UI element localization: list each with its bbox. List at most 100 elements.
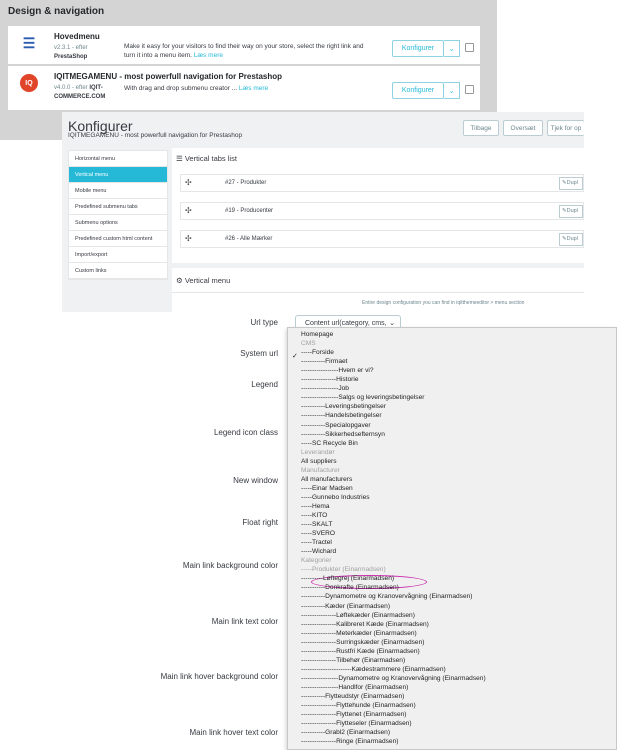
system-url-dropdown[interactable]: ✓ Homepage CMS -----Forside -----------Firm… (287, 327, 617, 750)
dropdown-option[interactable]: -----------Grabl2 (Einarmadsen) (301, 728, 390, 737)
dropdown-option[interactable]: -----------------Handlfor (Einarmadsen) (301, 683, 408, 692)
dropdown-option[interactable]: -----------------Dynamometre og Kranover… (301, 674, 486, 683)
dropdown-option[interactable]: ----------------Tilbehør (Einarmadsen) (301, 656, 405, 665)
drag-handle-icon[interactable]: ✣ (185, 178, 192, 187)
dropdown-option[interactable]: -----Tractel (301, 538, 332, 547)
dropdown-option[interactable]: ----------------Meterkæder (Einarmadsen) (301, 629, 417, 638)
dropdown-group-label: -----Produkter (Einarmadsen) (301, 566, 386, 574)
dropdown-option[interactable]: -----------Handelsbetingelser (301, 411, 382, 420)
chevron-down-icon[interactable]: ⌄ (444, 82, 460, 99)
duplicate-label: Dupl (566, 180, 578, 186)
dropdown-option[interactable]: ----------------Kalibreret Kæde (Einarma… (301, 620, 429, 629)
dropdown-option[interactable]: -----------------Hvem er vi? (301, 366, 374, 375)
duplicate-button[interactable]: ✎Dupl (559, 205, 583, 218)
dropdown-option[interactable]: -----Gunnebo Industries (301, 493, 370, 502)
url-type-label: Url type (250, 318, 278, 327)
side-item-custom-links[interactable]: Custom links (69, 263, 167, 279)
section-title: Design & navigation (8, 6, 105, 17)
float-right-label: Float right (242, 518, 278, 527)
legend-icon-class-label: Legend icon class (213, 428, 278, 437)
dropdown-option[interactable]: -----Einar Madsen (301, 484, 353, 493)
duplicate-button[interactable]: ✎Dupl (559, 233, 583, 246)
menu-icon: ☰ (22, 34, 36, 51)
translate-button[interactable]: Oversæt (503, 120, 543, 136)
dropdown-option[interactable]: ----------------Flyttenet (Einarmadsen) (301, 710, 407, 719)
dropdown-option[interactable]: All suppliers (301, 457, 337, 466)
dropdown-group-label: Kategorier (301, 557, 332, 565)
dropdown-option[interactable]: ----------------Surringskæder (Einarmads… (301, 638, 424, 647)
configure-panel: Konfigurer IQITMEGAMENU - most powerfull… (62, 112, 584, 312)
dropdown-option[interactable]: -----------Sikkerhedsefternsyn (301, 430, 385, 439)
dropdown-option[interactable]: ----------------Ringe (Einarmadsen) (301, 737, 398, 746)
drag-handle-icon[interactable]: ✣ (185, 206, 192, 215)
side-item-vertical-menu[interactable]: Vertical menu (69, 167, 167, 183)
side-item-submenu-options[interactable]: Submenu options (69, 215, 167, 231)
module-version: v4.0.0 - efter (54, 85, 88, 91)
page-subtitle: IQITMEGAMENU - most powerfull navigation… (68, 132, 243, 139)
chevron-down-icon[interactable]: ⌄ (444, 40, 460, 57)
dropdown-option[interactable]: -----Wichard (301, 547, 336, 556)
dropdown-option[interactable]: ----------Løftegrej (Einarmadsen) (301, 574, 394, 583)
checkmark-icon: ✓ (292, 353, 298, 360)
side-item-horizontal-menu[interactable]: Horizontal menu (69, 151, 167, 167)
module-checkbox[interactable] (465, 85, 474, 94)
module-checkbox[interactable] (465, 43, 474, 52)
dropdown-group-label: CMS (301, 340, 316, 348)
dropdown-option[interactable]: -----------Kæder (Einarmadsen) (301, 602, 390, 611)
tab-row[interactable]: ✣ #27 - Produkter ✎Dupl (180, 174, 584, 192)
dropdown-option[interactable]: ----------------Flyttehunde (Einarmadsen… (301, 701, 416, 710)
dropdown-option[interactable]: ----------------Flytteseler (Einarmadsen… (301, 719, 412, 728)
dropdown-option[interactable]: -----SC Recycle Bin (301, 439, 358, 448)
dropdown-option[interactable]: -----------Firmaet (301, 357, 348, 366)
dropdown-option[interactable]: -----------------------Kædestrammere (Ei… (301, 665, 446, 674)
dropdown-option[interactable]: -----------Leveringsbetingelser (301, 402, 386, 411)
module-name: IQITMEGAMENU - most powerfull navigation… (54, 72, 283, 81)
side-item-custom-html[interactable]: Predefined custom html content (69, 231, 167, 247)
module-description-text: Make it easy for your visitors to find t… (124, 43, 364, 59)
vertical-menu-panel: ⚙ Vertical menu Entire design configurat… (172, 268, 584, 312)
main-link-hover-text-color-label: Main link hover text color (189, 728, 278, 737)
dropdown-option[interactable]: -----------------Job (301, 384, 349, 393)
list-icon: ☰ (176, 154, 183, 163)
dropdown-option[interactable]: -----------Specialopgaver (301, 421, 371, 430)
side-item-predefined-submenu-tabs[interactable]: Predefined submenu tabs (69, 199, 167, 215)
read-more-link[interactable]: Læs mere (194, 52, 223, 59)
tab-row[interactable]: ✣ #19 - Producenter ✎Dupl (180, 202, 584, 220)
dropdown-option[interactable]: -----------------Salgs og leveringsbetin… (301, 393, 424, 402)
dropdown-option[interactable]: Homepage (301, 330, 333, 339)
dropdown-option[interactable]: -----KITO (301, 511, 327, 520)
url-type-value: Content url(category, cms, (305, 320, 387, 327)
dropdown-option[interactable]: -----------Donkrafte (Einarmadsen) (301, 583, 399, 592)
back-button[interactable]: Tilbage (463, 120, 499, 136)
check-update-button[interactable]: Tjek for op (547, 120, 584, 136)
dropdown-option[interactable]: -----Forside (301, 348, 334, 357)
config-side-menu: Horizontal menu Vertical menu Mobile men… (68, 150, 168, 280)
duplicate-button[interactable]: ✎Dupl (559, 177, 583, 190)
module-name: Hovedmenu (54, 32, 100, 41)
dropdown-option[interactable]: -----------Dynamometre og Kranovervågnin… (301, 592, 473, 601)
dropdown-option[interactable]: All manufacturers (301, 475, 352, 484)
configure-button[interactable]: Konfigurer (392, 82, 444, 99)
module-description-text: With drag and drop submenu creator ... (124, 85, 238, 92)
read-more-link[interactable]: Læs mere (239, 85, 268, 92)
module-card-iqitmegamenu: IQ IQITMEGAMENU - most powerfull navigat… (8, 66, 480, 110)
dropdown-option[interactable]: -----Hema (301, 502, 330, 511)
side-item-mobile-menu[interactable]: Mobile menu (69, 183, 167, 199)
dropdown-option[interactable]: ----------------Løftekæder (Einarmadsen) (301, 611, 415, 620)
main-link-text-color-label: Main link text color (211, 617, 278, 626)
dropdown-option[interactable]: -----SVERO (301, 529, 335, 538)
side-item-import-export[interactable]: Import/export (69, 247, 167, 263)
drag-handle-icon[interactable]: ✣ (185, 234, 192, 243)
main-link-hover-bg-color-label: Main link hover background color (160, 672, 278, 681)
legend-label: Legend (251, 380, 278, 389)
dropdown-option[interactable]: ----------------Historie (301, 375, 358, 384)
module-author: PrestaShop (54, 54, 88, 60)
dropdown-option[interactable]: ----------------Rustfri Kæde (Einarmadse… (301, 647, 420, 656)
configure-button[interactable]: Konfigurer (392, 40, 444, 57)
dropdown-option[interactable]: -----------Flytteudstyr (Einarmadsen) (301, 692, 404, 701)
dropdown-option[interactable]: -----SKALT (301, 520, 332, 529)
dropdown-group-label: Leverandør (301, 448, 335, 456)
module-meta: v2.3.1 - efter PrestaShop (54, 44, 114, 62)
tab-row[interactable]: ✣ #26 - Alle Mærker ✎Dupl (180, 230, 584, 248)
gears-icon: ⚙ (176, 276, 183, 285)
